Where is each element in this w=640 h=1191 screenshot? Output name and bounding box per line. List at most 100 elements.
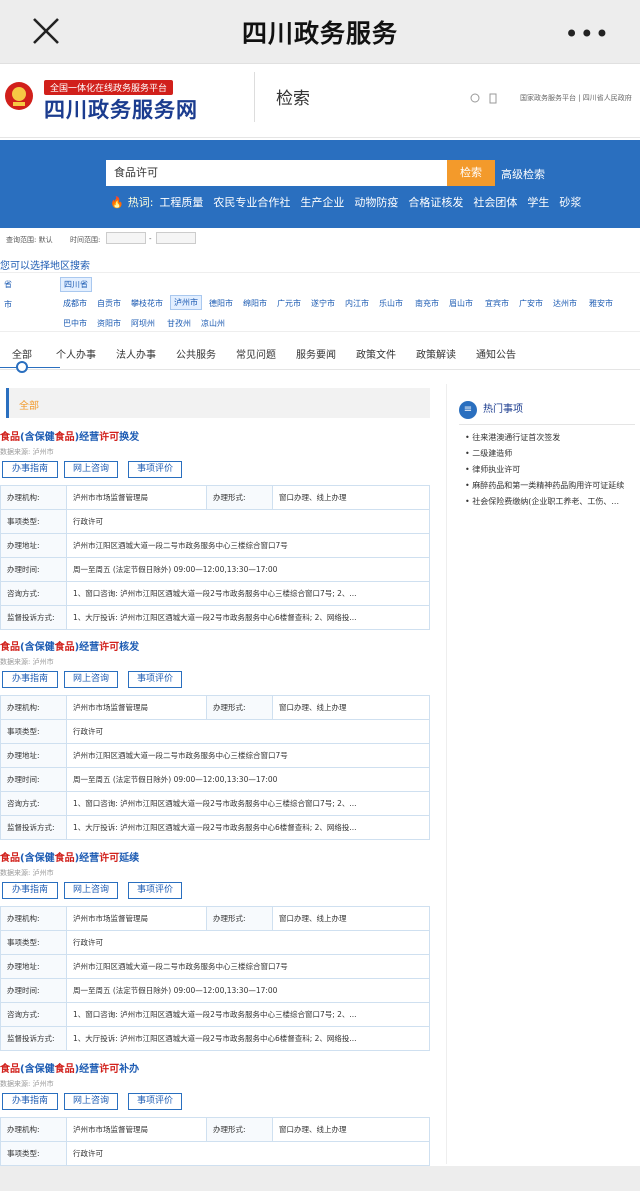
result-details-table: 办理机构: 泸州市市场监督管理局 办理形式: 窗口办理、线上办理 事项类型: 行政许可: [0, 1117, 430, 1166]
city-option[interactable]: 遂宁市: [308, 297, 338, 310]
result-title[interactable]: 食品(含保健食品)经营许可延续: [0, 849, 432, 864]
province-option[interactable]: 四川省: [60, 277, 92, 292]
title-highlight: 食品: [54, 432, 75, 443]
city-option[interactable]: 内江市: [342, 297, 372, 310]
city-option[interactable]: 达州市: [550, 297, 580, 310]
type-label: 事项类型:: [0, 930, 67, 955]
consult-button[interactable]: 网上咨询: [64, 461, 118, 478]
more-menu-icon[interactable]: •••: [565, 20, 610, 48]
guide-button[interactable]: 办事指南: [2, 882, 58, 899]
city-option[interactable]: 巴中市: [60, 317, 90, 330]
city-option[interactable]: 德阳市: [206, 297, 236, 310]
result-title[interactable]: 食品(含保健食品)经营许可换发: [0, 428, 432, 443]
time-label: 办理时间:: [0, 557, 67, 582]
tab-notices[interactable]: 通知公告: [476, 346, 516, 361]
advanced-search-link[interactable]: 高级检索: [501, 166, 545, 182]
rate-button[interactable]: 事项评价: [128, 671, 182, 688]
hot-word[interactable]: 动物防疫: [354, 196, 398, 209]
result-item: 食品(含保健食品)经营许可补办 数据来源: 泸州市 办事指南 网上咨询 事项评价…: [0, 1060, 432, 1166]
guide-button[interactable]: 办事指南: [2, 1093, 58, 1110]
ask-value: 1、窗口咨询: 泸州市江阳区酒城大道一段2号市政务服务中心三楼综合窗口7号; 2…: [66, 791, 430, 816]
city-option[interactable]: 眉山市: [446, 297, 476, 310]
ask-label: 咨询方式:: [0, 1002, 67, 1027]
results-column: 全部: [0, 384, 432, 428]
rate-button[interactable]: 事项评价: [128, 1093, 182, 1110]
city-option[interactable]: 南充市: [412, 297, 442, 310]
city-option[interactable]: 甘孜州: [164, 317, 194, 330]
share-icon[interactable]: [470, 93, 500, 104]
tab-faq[interactable]: 常见问题: [236, 346, 276, 361]
search-filters: 查询范围: 默认 时间范围: -: [0, 228, 640, 248]
data-source: 数据来源: 泸州市: [0, 869, 54, 877]
search-panel: 食品许可 检索 高级检索 🔥 热词: 工程质量 农民专业合作社 生产企业 动物防疫 合格证核…: [0, 140, 640, 228]
result-title[interactable]: 食品(含保健食品)经营许可核发: [0, 638, 432, 653]
result-tabs: 全部 个人办事 法人办事 公共服务 常见问题 服务要闻 政策文件 政策解读 通知…: [0, 342, 640, 373]
result-title[interactable]: 食品(含保健食品)经营许可补办: [0, 1060, 432, 1075]
city-option-selected[interactable]: 泸州市: [170, 295, 202, 310]
end-date-input[interactable]: [156, 232, 196, 244]
header-links[interactable]: 国家政务服务平台 | 四川省人民政府: [520, 93, 638, 103]
title-highlight: 食品: [0, 432, 20, 443]
hot-word[interactable]: 学生: [527, 196, 549, 209]
time-filter-label: 时间范围:: [70, 236, 101, 244]
hot-word[interactable]: 砂浆: [559, 196, 581, 209]
tab-public-service[interactable]: 公共服务: [176, 346, 216, 361]
national-emblem-icon: [5, 82, 33, 110]
scope-filter[interactable]: 查询范围: 默认: [6, 235, 53, 245]
city-option[interactable]: 阿坝州: [128, 317, 158, 330]
title-part: 延续: [119, 853, 140, 864]
city-option[interactable]: 雅安市: [586, 297, 616, 310]
hot-word[interactable]: 生产企业: [300, 196, 344, 209]
hot-word[interactable]: 工程质量: [159, 196, 203, 209]
tab-legal-person[interactable]: 法人办事: [116, 346, 156, 361]
city-option[interactable]: 成都市: [60, 297, 90, 310]
city-option[interactable]: 凉山州: [198, 317, 228, 330]
result-details-table: 办理机构: 泸州市市场监督管理局 办理形式: 窗口办理、线上办理 事项类型: 行政许可 …: [0, 906, 430, 1051]
time-value: 周一至周五 (法定节假日除外) 09:00—12:00,13:30—17:00: [66, 767, 430, 792]
city-option[interactable]: 自贡市: [94, 297, 124, 310]
rate-button[interactable]: 事项评价: [128, 882, 182, 899]
wechat-weibo-icons[interactable]: [470, 93, 500, 107]
search-button[interactable]: 检索: [447, 160, 495, 186]
guide-button[interactable]: 办事指南: [2, 671, 58, 688]
start-date-input[interactable]: [106, 232, 146, 244]
hot-word[interactable]: 农民专业合作社: [213, 196, 290, 209]
city-option[interactable]: 广元市: [274, 297, 304, 310]
city-option[interactable]: 乐山市: [376, 297, 406, 310]
city-label: 市: [4, 300, 12, 309]
city-option[interactable]: 绵阳市: [240, 297, 270, 310]
consult-button[interactable]: 网上咨询: [64, 1093, 118, 1110]
hot-item-link[interactable]: • 社会保险费缴纳(企业职工养老、工伤、...: [465, 496, 640, 512]
tab-all[interactable]: 全部: [12, 346, 32, 361]
tab-policy-docs[interactable]: 政策文件: [356, 346, 396, 361]
title-part: 换发: [119, 432, 140, 443]
addr-label: 办理地址:: [0, 533, 67, 558]
guide-button[interactable]: 办事指南: [2, 461, 58, 478]
result-details-table: 办理机构: 泸州市市场监督管理局 办理形式: 窗口办理、线上办理 事项类型: 行政许可 …: [0, 695, 430, 840]
org-value: 泸州市市场监督管理局: [66, 906, 207, 931]
site-logo-name[interactable]: 四川政务服务网: [44, 94, 198, 124]
tab-policy-explain[interactable]: 政策解读: [416, 346, 456, 361]
hot-item-link[interactable]: • 麻醉药品和第一类精神药品购用许可证延续: [465, 480, 640, 496]
consult-button[interactable]: 网上咨询: [64, 882, 118, 899]
rate-button[interactable]: 事项评价: [128, 461, 182, 478]
org-label: 办理机构:: [0, 485, 67, 510]
consult-button[interactable]: 网上咨询: [64, 671, 118, 688]
org-value: 泸州市市场监督管理局: [66, 485, 207, 510]
hot-item-link[interactable]: • 二级建造师: [465, 448, 640, 464]
city-option[interactable]: 攀枝花市: [128, 297, 166, 310]
title-highlight: 许可: [99, 642, 120, 653]
city-option[interactable]: 宜宾市: [482, 297, 512, 310]
city-option[interactable]: 资阳市: [94, 317, 124, 330]
city-option[interactable]: 广安市: [516, 297, 546, 310]
title-highlight: 许可: [99, 432, 120, 443]
search-input[interactable]: 食品许可: [106, 160, 447, 186]
tab-news[interactable]: 服务要闻: [296, 346, 336, 361]
org-value: 泸州市市场监督管理局: [66, 695, 207, 720]
hot-word[interactable]: 合格证核发: [408, 196, 463, 209]
hot-word[interactable]: 社会团体: [473, 196, 517, 209]
tab-personal[interactable]: 个人办事: [56, 346, 96, 361]
hot-item-link[interactable]: • 律师执业许可: [465, 464, 640, 480]
title-part: )经营: [74, 853, 100, 864]
hot-item-link[interactable]: • 往来港澳通行证首次签发: [465, 432, 640, 448]
